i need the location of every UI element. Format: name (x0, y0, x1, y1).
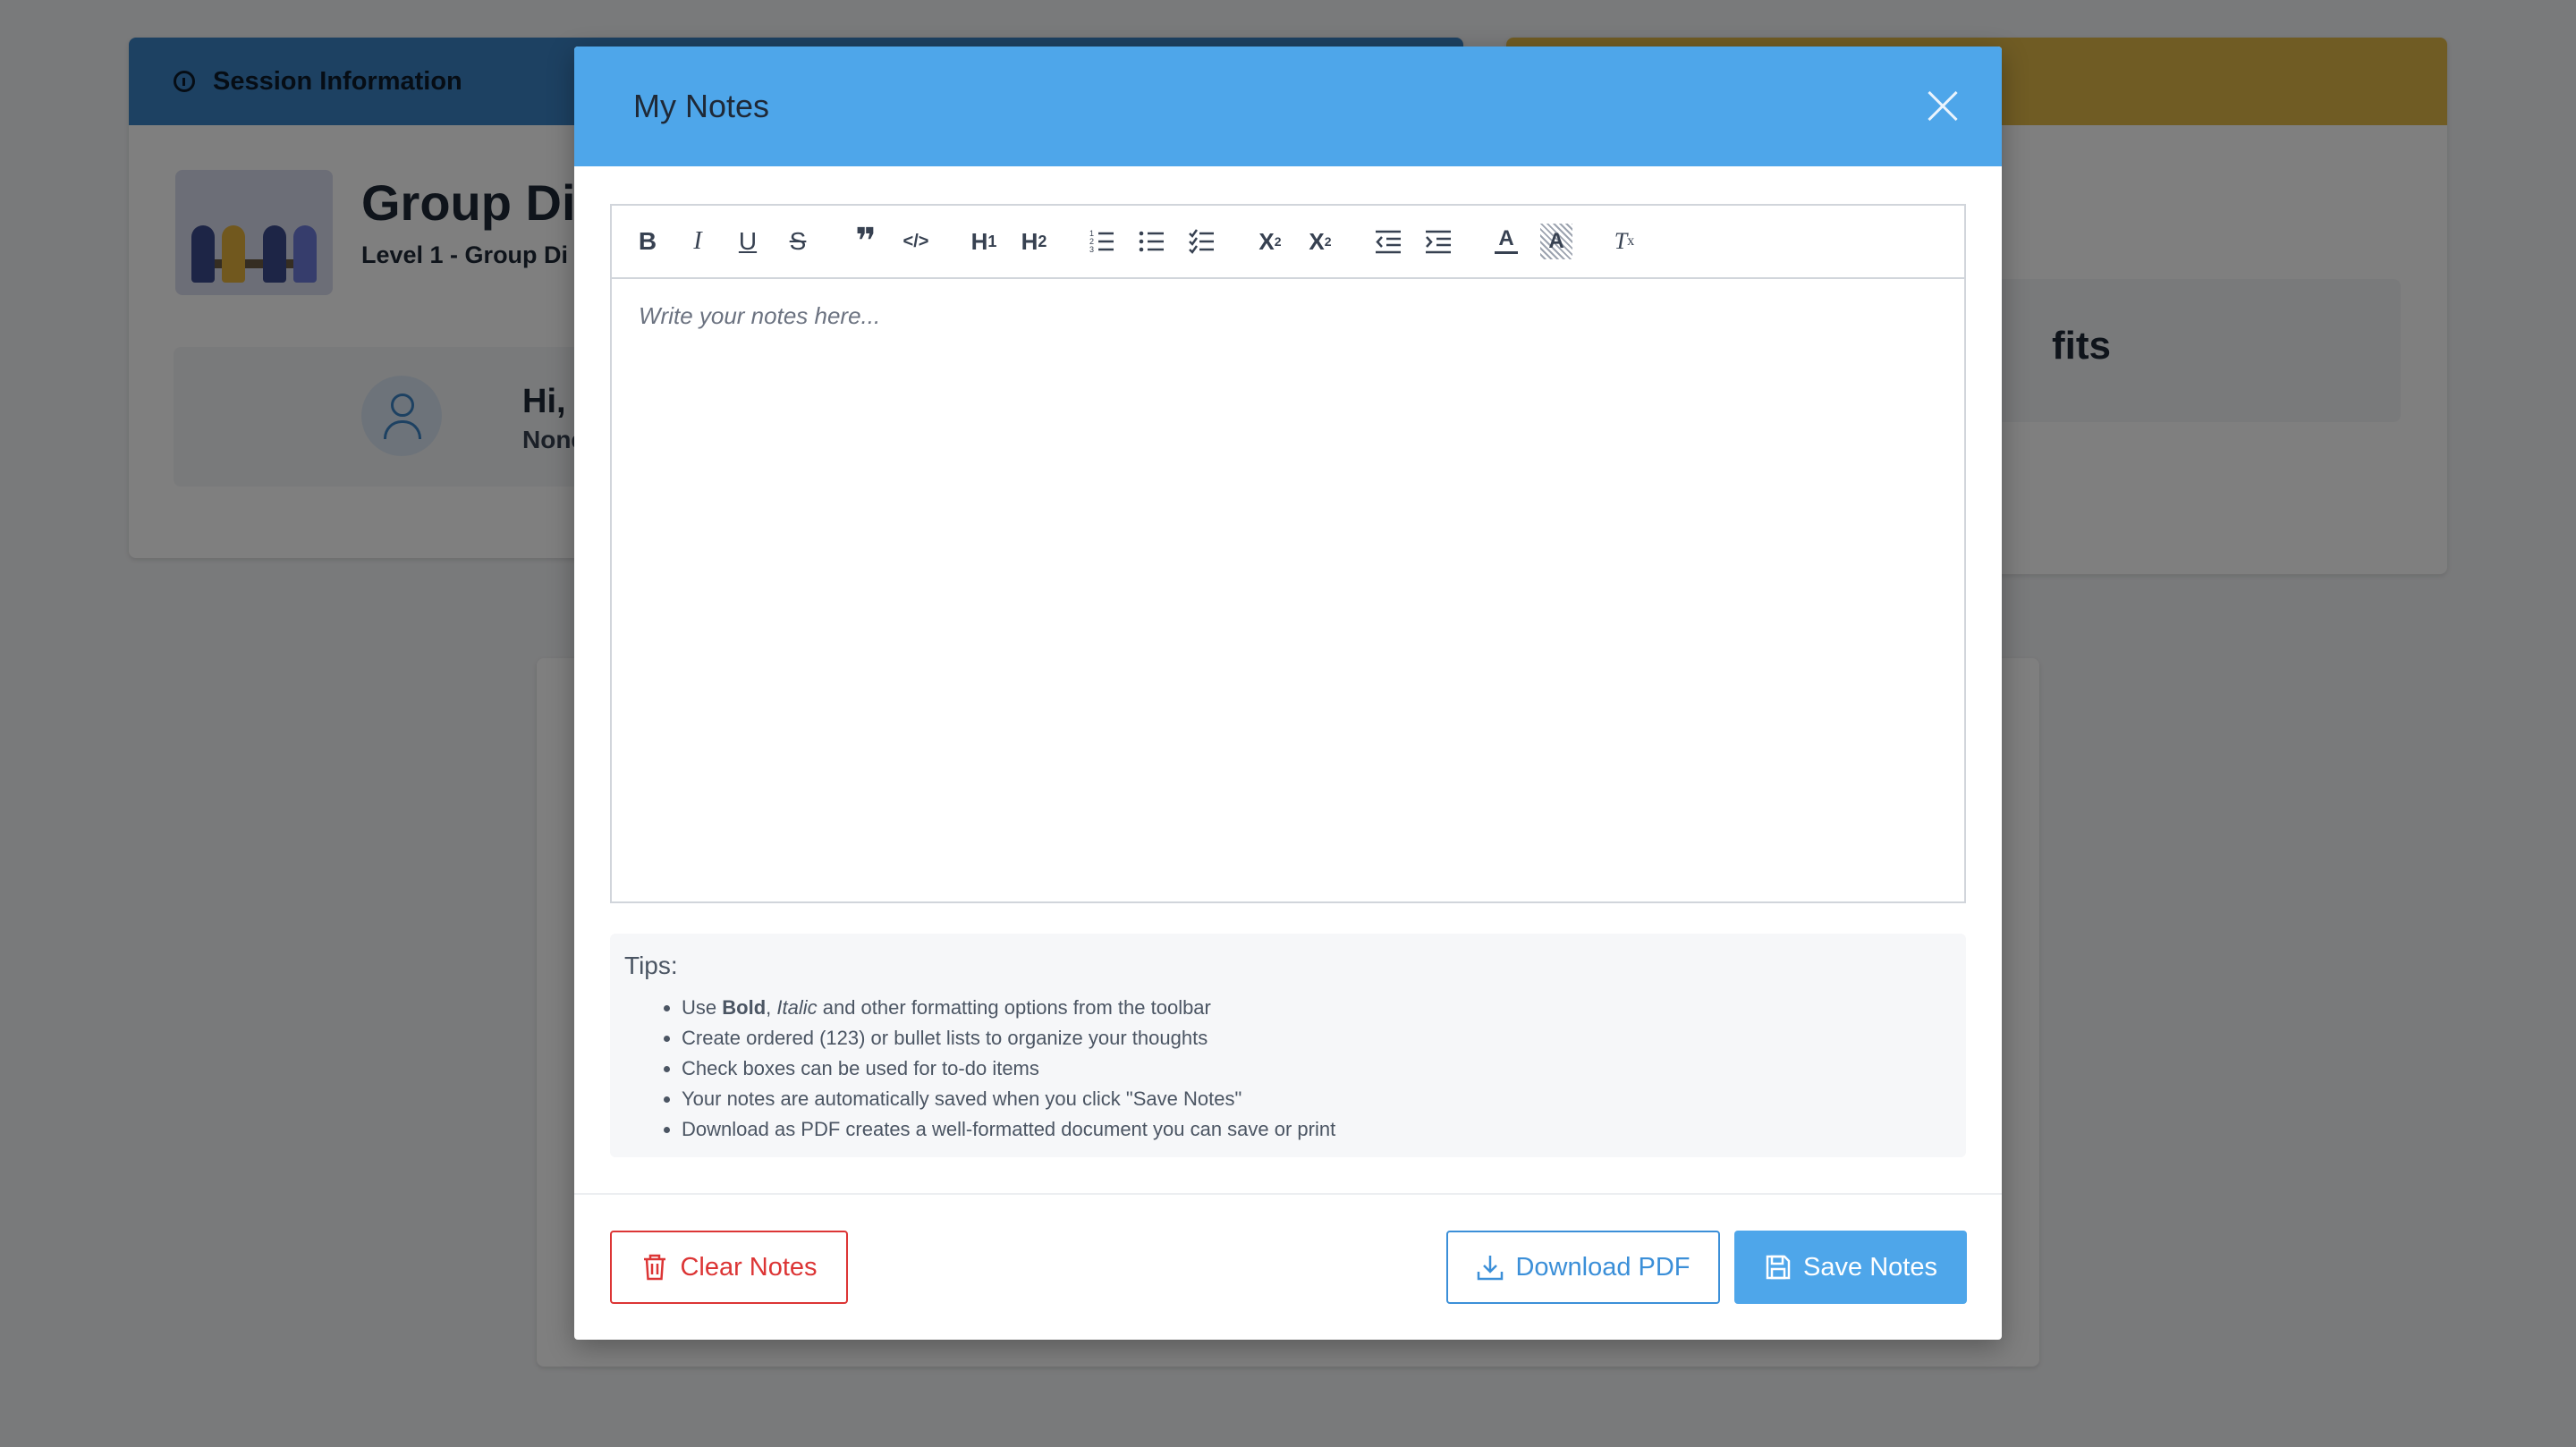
highlight-button[interactable]: A (1540, 224, 1572, 259)
tip-item: Check boxes can be used for to-do items (682, 1054, 1952, 1084)
highlight-icon: A (1548, 229, 1564, 253)
heading1-button[interactable]: H1 (968, 224, 1000, 259)
tip-item: Use Bold, Italic and other formatting op… (682, 993, 1952, 1023)
tip-item: Your notes are automatically saved when … (682, 1084, 1952, 1114)
strikethrough-button[interactable]: S (782, 224, 814, 259)
notes-text-area[interactable]: Write your notes here... (612, 279, 1964, 896)
clear-format-button[interactable]: Tx (1608, 224, 1640, 259)
outdent-button[interactable] (1372, 224, 1404, 259)
download-pdf-button[interactable]: Download PDF (1446, 1231, 1720, 1304)
indent-icon (1426, 230, 1451, 254)
superscript-button[interactable]: X2 (1304, 224, 1336, 259)
clear-notes-button[interactable]: Clear Notes (610, 1231, 848, 1304)
download-icon (1478, 1256, 1504, 1281)
footer-divider (574, 1193, 2002, 1195)
code-button[interactable]: </> (900, 224, 932, 259)
modal-title: My Notes (633, 88, 770, 124)
text-color-icon: A (1498, 226, 1514, 250)
trash-icon (644, 1254, 666, 1281)
ordered-list-button[interactable]: 123 (1086, 224, 1118, 259)
download-pdf-label: Download PDF (1515, 1252, 1690, 1282)
underline-button[interactable]: U (732, 224, 764, 259)
bullet-list-icon (1139, 231, 1164, 252)
ordered-list-icon: 123 (1089, 229, 1114, 254)
save-notes-label: Save Notes (1803, 1252, 1937, 1282)
clear-notes-label: Clear Notes (680, 1252, 818, 1282)
tips-box: Tips: Use Bold, Italic and other formatt… (610, 934, 1966, 1157)
svg-text:3: 3 (1089, 245, 1094, 254)
tips-list: Use Bold, Italic and other formatting op… (624, 993, 1952, 1145)
close-icon[interactable] (1925, 89, 1961, 124)
modal-header: My Notes (574, 47, 2002, 166)
subscript-button[interactable]: X2 (1254, 224, 1286, 259)
check-list-button[interactable] (1186, 224, 1218, 259)
check-list-icon (1189, 229, 1214, 254)
outdent-icon (1376, 230, 1401, 254)
italic-button[interactable]: I (682, 224, 714, 259)
notes-editor: B I U S ❞ </> H1 H2 123 X2 X2 A A T x Wr… (610, 204, 1966, 903)
bold-button[interactable]: B (631, 224, 664, 259)
tip-item: Create ordered (123) or bullet lists to … (682, 1023, 1952, 1054)
notes-modal: My Notes B I U S ❞ </> H1 H2 123 X2 X2 A… (574, 47, 2002, 1340)
heading2-button[interactable]: H2 (1018, 224, 1050, 259)
text-color-button[interactable]: A (1490, 224, 1522, 259)
tips-title: Tips: (624, 952, 678, 979)
indent-button[interactable] (1422, 224, 1454, 259)
editor-toolbar: B I U S ❞ </> H1 H2 123 X2 X2 A A T x (612, 206, 1964, 279)
tip-item: Download as PDF creates a well-formatted… (682, 1114, 1952, 1145)
bullet-list-button[interactable] (1136, 224, 1168, 259)
save-notes-button[interactable]: Save Notes (1734, 1231, 1967, 1304)
blockquote-button[interactable]: ❞ (850, 222, 882, 261)
save-icon (1766, 1255, 1791, 1280)
